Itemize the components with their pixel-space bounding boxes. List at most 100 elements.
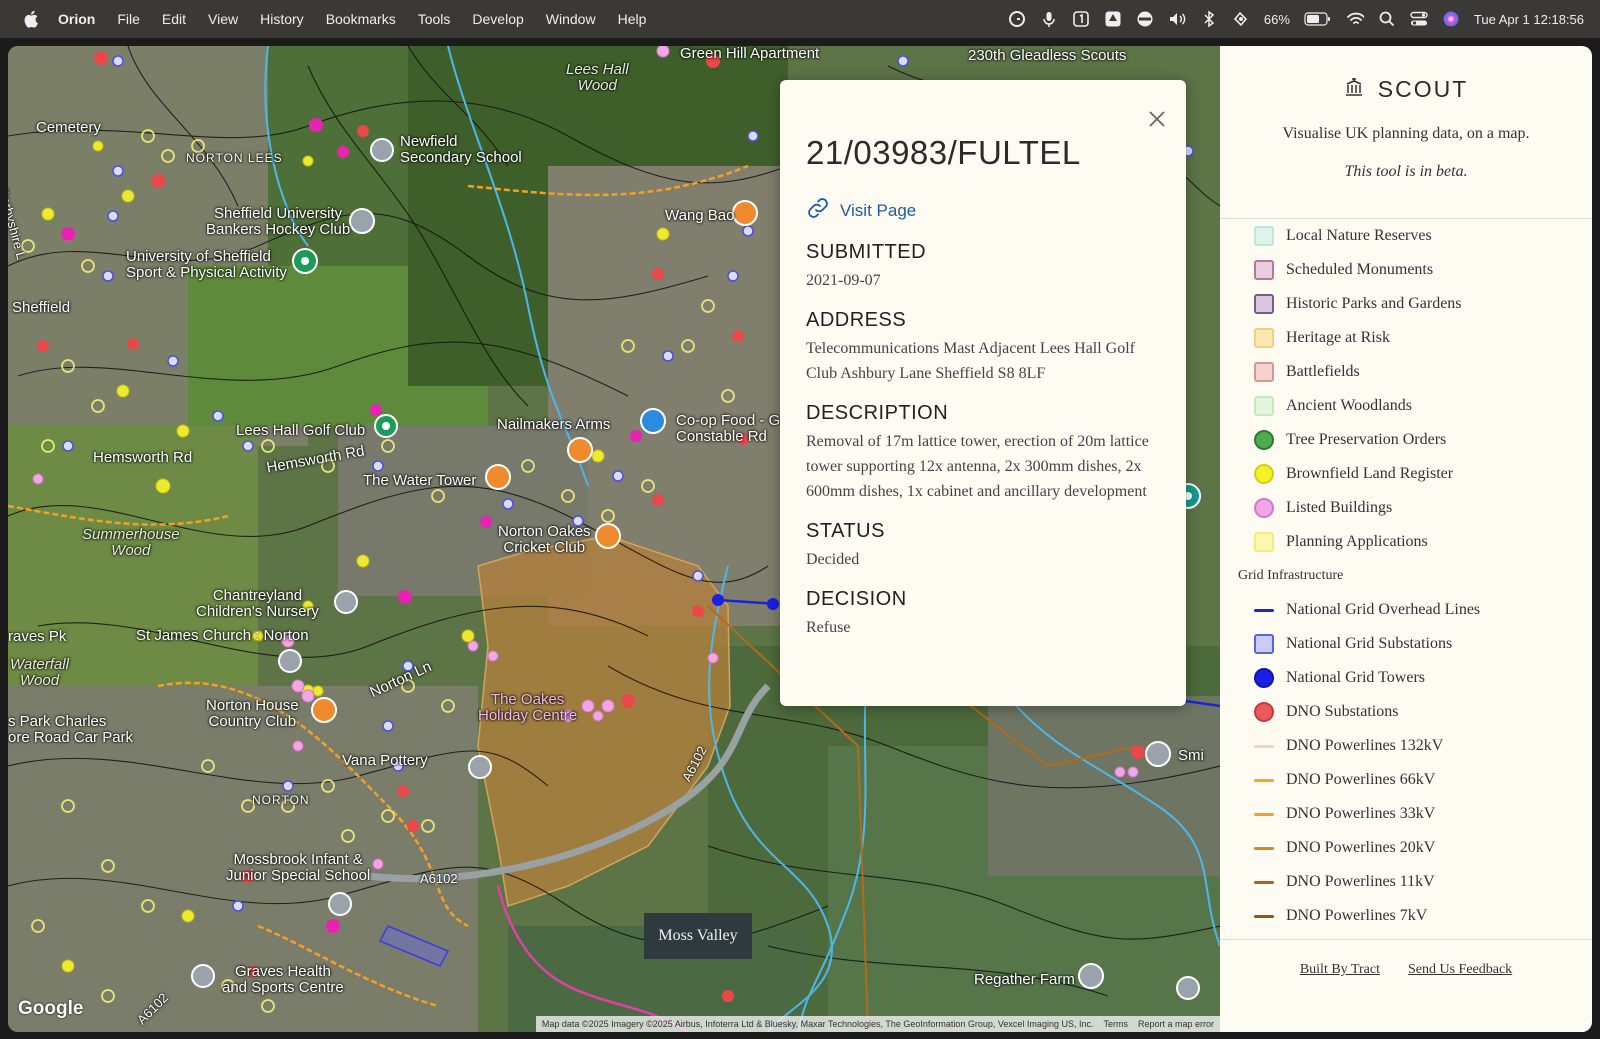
legend-swatch — [1254, 668, 1274, 688]
legend-item-heritage-at-risk[interactable]: Heritage at Risk — [1254, 321, 1592, 355]
map-label-regather[interactable]: Regather Farm — [974, 972, 1075, 988]
map-label-shef-uni-bankers[interactable]: Sheffield University Bankers Hockey Club — [206, 206, 350, 238]
legend-item-planning-applications[interactable]: Planning Applications — [1254, 525, 1592, 559]
legend-label: Planning Applications — [1286, 533, 1428, 550]
map-label-nailmakers[interactable]: Nailmakers Arms — [497, 417, 610, 433]
map-label-graves-health[interactable]: Graves Health and Sports Centre — [222, 964, 344, 996]
close-icon[interactable] — [1148, 110, 1166, 128]
map-label-norton-oakes[interactable]: Norton Oakes Cricket Club — [498, 524, 591, 556]
menu-window[interactable]: Window — [546, 11, 596, 27]
beta-notice: This tool is in beta. — [1344, 163, 1468, 180]
legend-item-dno-powerlines-20kv[interactable]: DNO Powerlines 20kV — [1254, 831, 1592, 865]
siri-icon[interactable] — [1442, 10, 1460, 28]
legend-item-dno-powerlines-7kv[interactable]: DNO Powerlines 7kV — [1254, 899, 1592, 933]
legend-label: Ancient Woodlands — [1286, 397, 1412, 414]
legend-item-ancient-woodlands[interactable]: Ancient Woodlands — [1254, 389, 1592, 423]
legend-item-listed-buildings[interactable]: Listed Buildings — [1254, 491, 1592, 525]
legend-item-tree-preservation-orders[interactable]: Tree Preservation Orders — [1254, 423, 1592, 457]
built-by-tract-link[interactable]: Built By Tract — [1300, 962, 1380, 978]
legend-item-brownfield-land-register[interactable]: Brownfield Land Register — [1254, 457, 1592, 491]
status-value: Decided — [806, 551, 860, 568]
menu-bar: Orion File Edit View History Bookmarks T… — [0, 0, 1600, 38]
link-icon — [806, 196, 830, 225]
menu-tools[interactable]: Tools — [418, 11, 451, 27]
volume-icon[interactable] — [1168, 10, 1186, 28]
map-label-sheffield: Sheffield — [12, 299, 71, 316]
control-center-icon[interactable] — [1410, 10, 1428, 28]
map-label-the-oakes[interactable]: The Oakes Holiday Centre — [478, 692, 577, 724]
report-map-error-link[interactable]: Report a map error — [1138, 1019, 1214, 1029]
map-label-vana[interactable]: Vana Pottery — [342, 753, 428, 769]
legend-swatch — [1254, 914, 1274, 918]
map-label-lees-hall-golf[interactable]: Lees Hall Golf Club — [236, 423, 365, 439]
map-view[interactable]: Green Hill Apartment 230th Gleadless Sco… — [8, 46, 1220, 1032]
one-icon[interactable] — [1072, 10, 1090, 28]
accessibility-icon[interactable] — [1232, 10, 1250, 28]
legend-item-battlefields[interactable]: Battlefields — [1254, 355, 1592, 389]
map-label-mossbrook[interactable]: Mossbrook Infant & Junior Special School — [226, 852, 370, 884]
sidebar-footer: Built By Tract Send Us Feedback — [1220, 962, 1592, 978]
legend-label: Heritage at Risk — [1286, 329, 1390, 346]
legend-item-national-grid-towers[interactable]: National Grid Towers — [1254, 661, 1592, 695]
legend-item-dno-powerlines-33kv[interactable]: DNO Powerlines 33kV — [1254, 797, 1592, 831]
menu-bookmarks[interactable]: Bookmarks — [326, 11, 396, 27]
map-label-water-tower[interactable]: The Water Tower — [363, 473, 476, 489]
map-label-a6102-2: A6102 — [420, 871, 458, 886]
apple-icon[interactable] — [22, 10, 40, 28]
legend-swatch — [1254, 608, 1274, 612]
menu-edit[interactable]: Edit — [162, 11, 186, 27]
legend-swatch — [1254, 328, 1274, 348]
legend-swatch — [1254, 430, 1274, 450]
map-label-smi[interactable]: Smi — [1178, 748, 1204, 764]
map-label-wang-bao[interactable]: Wang Bao — [665, 208, 735, 224]
menu-view[interactable]: View — [208, 11, 238, 27]
wifi-icon[interactable] — [1346, 10, 1364, 28]
legend-item-dno-powerlines-132kv[interactable]: DNO Powerlines 132kV — [1254, 729, 1592, 763]
legend-item-historic-parks-and-gardens[interactable]: Historic Parks and Gardens — [1254, 287, 1592, 321]
grammarly-icon[interactable] — [1008, 10, 1026, 28]
legend-swatch — [1254, 846, 1274, 850]
drive-icon[interactable] — [1104, 10, 1122, 28]
map-label-gleadless[interactable]: 230th Gleadless Scouts — [968, 48, 1126, 64]
clock[interactable]: Tue Apr 1 12:18:56 — [1474, 12, 1584, 27]
legend-item-dno-substations[interactable]: DNO Substations — [1254, 695, 1592, 729]
tagline: Visualise UK planning data, on a map. — [1282, 125, 1530, 142]
search-icon[interactable] — [1378, 10, 1396, 28]
map-label-hemsworth-1: Hemsworth Rd — [93, 449, 193, 466]
legend-swatch — [1254, 744, 1274, 748]
map-label-coop[interactable]: Co-op Food - G Constable Rd — [676, 413, 780, 445]
vpn-icon[interactable] — [1136, 10, 1154, 28]
legend-item-national-grid-overhead-lines[interactable]: National Grid Overhead Lines — [1254, 593, 1592, 627]
battery-percent: 66% — [1263, 11, 1290, 27]
legend-item-national-grid-substations[interactable]: National Grid Substations — [1254, 627, 1592, 661]
legend-item-scheduled-monuments[interactable]: Scheduled Monuments — [1254, 253, 1592, 287]
map-label-uni-sheffield-sport[interactable]: University of Sheffield Sport & Physical… — [126, 249, 287, 281]
legend-label: DNO Substations — [1286, 703, 1399, 720]
map-label-st-james[interactable]: St James Church : Norton — [136, 628, 309, 644]
map-label-chantreyland[interactable]: Chantreyland Children's Nursery — [196, 588, 319, 620]
legend-label: Historic Parks and Gardens — [1286, 295, 1462, 312]
legend-item-local-nature-reserves[interactable]: Local Nature Reserves — [1254, 219, 1592, 253]
status-area: 66% Tue Apr 1 12:18:56 — [1008, 0, 1584, 38]
legend-item-dno-powerlines-11kv[interactable]: DNO Powerlines 11kV — [1254, 865, 1592, 899]
visit-page-link[interactable]: Visit Page — [806, 196, 1160, 225]
legend-item-dno-powerlines-66kv[interactable]: DNO Powerlines 66kV — [1254, 763, 1592, 797]
layer-legend[interactable]: Local Nature Reserves Scheduled Monuments… — [1220, 219, 1592, 939]
grid-infrastructure-heading: Grid Infrastructure — [1238, 568, 1344, 583]
status-heading: STATUS — [806, 520, 885, 542]
battery-icon[interactable] — [1304, 10, 1332, 28]
decision-heading: DECISION — [806, 588, 907, 610]
microphone-icon[interactable] — [1040, 10, 1058, 28]
map-label-newfield[interactable]: Newfield Secondary School — [400, 134, 522, 166]
bluetooth-icon[interactable] — [1200, 10, 1218, 28]
map-label-park-charles[interactable]: s Park Charles ore Road Car Park — [8, 714, 133, 746]
menu-help[interactable]: Help — [618, 11, 647, 27]
terms-link[interactable]: Terms — [1103, 1019, 1128, 1029]
menu-history[interactable]: History — [260, 11, 304, 27]
menu-develop[interactable]: Develop — [472, 11, 523, 27]
send-feedback-link[interactable]: Send Us Feedback — [1408, 962, 1512, 978]
map-label-norton-house[interactable]: Norton House Country Club — [206, 698, 299, 730]
menu-app-name[interactable]: Orion — [58, 11, 95, 27]
map-label-green-hill[interactable]: Green Hill Apartment — [680, 46, 819, 62]
menu-file[interactable]: File — [117, 11, 140, 27]
